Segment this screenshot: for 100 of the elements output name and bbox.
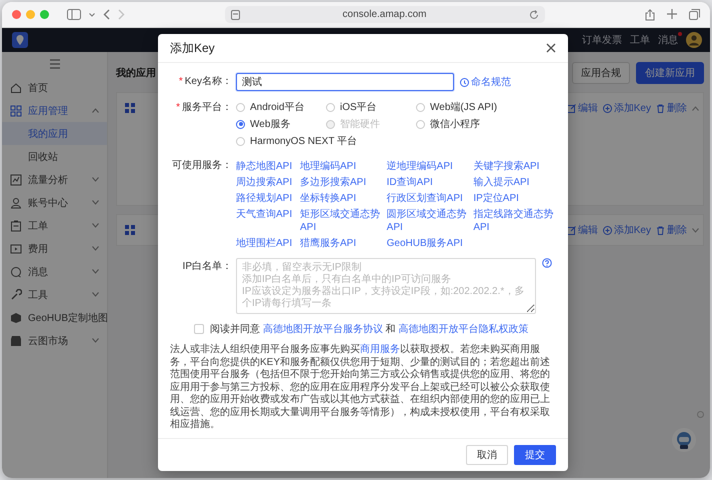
help-icon[interactable] <box>542 258 552 268</box>
nav-link[interactable]: 工单 <box>630 33 650 47</box>
radio-icon[interactable] <box>416 120 425 128</box>
service-link[interactable]: 地理围栏API <box>236 237 292 250</box>
service-link[interactable]: 关键字搜索API <box>473 160 540 173</box>
submit-button[interactable]: 提交 <box>514 444 556 464</box>
minimize-window-button[interactable] <box>26 10 35 19</box>
naming-rules-link[interactable]: 命名规范 <box>460 75 511 89</box>
cancel-button[interactable]: 取消 <box>466 444 508 464</box>
radio-icon[interactable] <box>236 102 245 112</box>
chevron-down-icon[interactable] <box>92 177 99 182</box>
service-link[interactable]: IP定位API <box>473 192 519 205</box>
edit-link[interactable]: 编辑 <box>566 101 598 115</box>
grid-icon <box>125 225 135 235</box>
sidebar-item[interactable]: 应用管理 <box>2 99 107 122</box>
wrench-icon <box>10 288 22 300</box>
logo-icon[interactable] <box>12 32 28 48</box>
radio-option: 智能硬件 <box>326 116 380 132</box>
url-text: console.amap.com <box>342 9 428 20</box>
dot-icon[interactable] <box>697 411 704 418</box>
service-link[interactable]: 周边搜索API <box>236 176 292 189</box>
close-icon[interactable] <box>546 43 556 53</box>
key-name-field[interactable]: 测试 <box>236 73 454 91</box>
sidebar-item[interactable]: 流量分析 <box>2 168 107 191</box>
checkbox[interactable] <box>194 324 204 334</box>
radio-option[interactable]: Web端(JS API) <box>416 99 498 115</box>
sidebar-item[interactable]: GeoHUB定制地图 <box>2 306 107 329</box>
radio-icon[interactable] <box>236 136 245 146</box>
menu-icon[interactable] <box>48 59 60 69</box>
sidebar-item[interactable]: 工具 <box>2 283 107 306</box>
service-link[interactable]: ID查询API <box>386 176 433 189</box>
chevron-down-icon[interactable] <box>92 292 99 297</box>
radio-icon[interactable] <box>416 102 425 112</box>
chevron-down-icon[interactable] <box>89 12 95 16</box>
zoom-window-button[interactable] <box>40 10 49 19</box>
service-link[interactable]: 天气查询API <box>236 208 292 221</box>
notice-link[interactable]: 商用服务 <box>360 344 400 355</box>
service-link[interactable]: 行政区划查询API <box>386 192 463 205</box>
radio-icon[interactable] <box>326 102 335 112</box>
chevron-up-icon[interactable] <box>92 108 99 113</box>
add-link[interactable]: 添加Key <box>602 101 651 115</box>
address-bar[interactable]: console.amap.com <box>225 6 545 23</box>
sidebar-item[interactable]: 费用 <box>2 237 107 260</box>
service-link[interactable]: 指定线路交通态势API <box>473 208 556 234</box>
reload-icon[interactable] <box>529 10 539 20</box>
sidebar-item[interactable]: 首页 <box>2 76 107 99</box>
agreement-link[interactable]: 高德地图开放平台服务协议 <box>262 324 383 335</box>
plus-icon[interactable] <box>667 8 677 18</box>
chevron-down-icon[interactable] <box>692 228 699 232</box>
compliance-button[interactable]: 应用合规 <box>572 62 630 84</box>
agreement-link[interactable]: 高德地图开放平台隐私权政策 <box>398 324 528 335</box>
assistant-avatar[interactable] <box>672 428 696 452</box>
radio-option[interactable]: Web服务 <box>236 116 290 132</box>
field-label: IP白名单： <box>182 260 232 274</box>
radio-icon[interactable] <box>236 120 245 128</box>
service-link[interactable]: 路径规划API <box>236 192 292 205</box>
service-link[interactable]: GeoHUB服务API <box>386 237 463 250</box>
service-link[interactable]: 逆地理编码API <box>386 160 453 173</box>
required-mark: * <box>176 102 180 113</box>
chevron-down-icon[interactable] <box>92 338 99 343</box>
back-icon[interactable] <box>103 9 110 20</box>
service-link[interactable]: 静态地图API <box>236 160 292 173</box>
forward-icon[interactable] <box>118 9 125 20</box>
chevron-down-icon[interactable] <box>92 223 99 228</box>
service-link[interactable]: 圆形区域交通态势API <box>386 208 470 234</box>
sidebar-item[interactable]: 工单 <box>2 214 107 237</box>
sidebar-item[interactable]: 云图市场 <box>2 329 107 352</box>
chevron-down-icon[interactable] <box>92 246 99 251</box>
sidebar-item[interactable]: 账号中心 <box>2 191 107 214</box>
chevron-down-icon[interactable] <box>92 200 99 205</box>
radio-option[interactable]: 微信小程序 <box>416 116 480 132</box>
avatar-icon[interactable] <box>686 32 702 48</box>
delete-link[interactable]: 删除 <box>656 223 687 237</box>
clipboard-icon <box>10 220 22 232</box>
chevron-up-icon[interactable] <box>692 106 699 110</box>
service-link[interactable]: 地理编码API <box>300 160 356 173</box>
sidebar-icon[interactable] <box>67 9 81 20</box>
tabs-icon[interactable] <box>689 8 700 20</box>
radio-option[interactable]: iOS平台 <box>326 99 377 115</box>
radio-option[interactable]: HarmonyOS NEXT 平台 <box>236 133 358 149</box>
chevron-down-icon[interactable] <box>92 269 99 274</box>
service-link[interactable]: 多边形搜索API <box>300 176 366 189</box>
edit-icon <box>566 104 576 112</box>
service-link[interactable]: 猎鹰服务API <box>300 237 356 250</box>
service-link[interactable]: 输入提示API <box>473 176 530 189</box>
service-link[interactable]: 坐标转换API <box>300 192 356 205</box>
service-link[interactable]: 矩形区域交通态势API <box>300 208 383 234</box>
close-window-button[interactable] <box>12 10 21 19</box>
ip-whitelist-field[interactable]: 非必填，留空表示无IP限制 添加IP白名单后，只有白名单中的IP可访问服务 IP应该设定为服务器出口IP，支持设定IP段，如:202.202.2.*，多个IP请每行填写一条 <box>236 258 536 314</box>
delete-link[interactable]: 删除 <box>656 101 687 115</box>
sidebar-subitem[interactable]: 回收站 <box>2 145 107 168</box>
nav-link[interactable]: 消息 <box>658 33 678 47</box>
sidebar-item[interactable]: 消息 <box>2 260 107 283</box>
sidebar-subitem[interactable]: 我的应用 <box>2 122 107 145</box>
nav-link[interactable]: 订单发票 <box>582 33 622 47</box>
share-icon[interactable] <box>645 8 655 20</box>
edit-link[interactable]: 编辑 <box>566 223 598 237</box>
radio-option[interactable]: Android平台 <box>236 99 304 115</box>
add-link[interactable]: 添加Key <box>602 223 651 237</box>
create-button[interactable]: 创建新应用 <box>636 62 704 84</box>
